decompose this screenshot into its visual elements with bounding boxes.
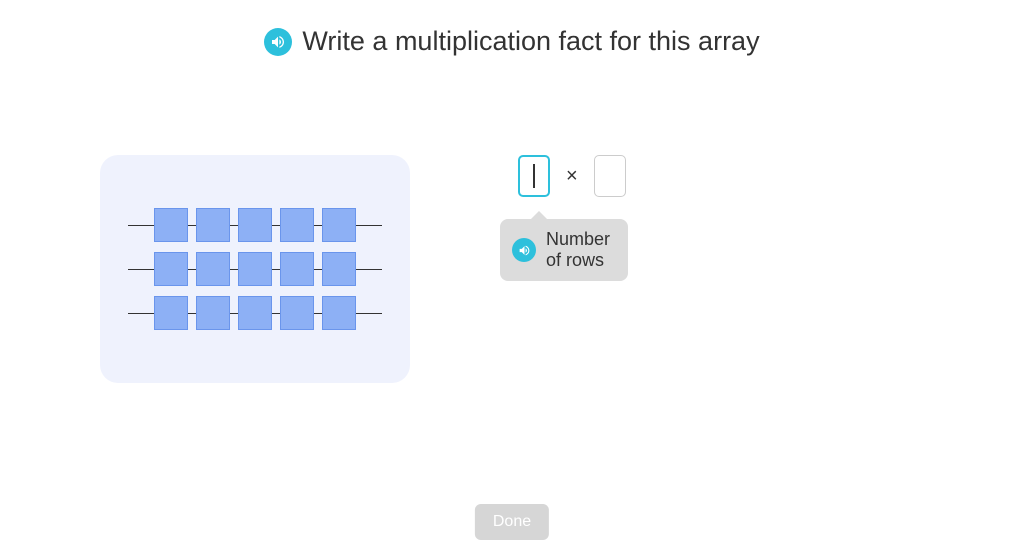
multiply-operator: × bbox=[566, 165, 578, 188]
array-square bbox=[196, 252, 230, 286]
array-row bbox=[128, 207, 382, 243]
array-square bbox=[238, 208, 272, 242]
columns-input[interactable] bbox=[594, 155, 626, 197]
array-row bbox=[128, 251, 382, 287]
hint-text: Number of rows bbox=[546, 229, 610, 271]
array-square bbox=[154, 252, 188, 286]
array-square bbox=[280, 252, 314, 286]
array-square bbox=[322, 252, 356, 286]
text-cursor bbox=[533, 164, 535, 188]
done-button[interactable]: Done bbox=[475, 504, 549, 540]
rows-input[interactable] bbox=[518, 155, 550, 197]
array-square bbox=[322, 208, 356, 242]
array-square bbox=[280, 296, 314, 330]
array-square bbox=[280, 208, 314, 242]
speaker-icon[interactable] bbox=[264, 28, 292, 56]
array-squares bbox=[128, 252, 382, 286]
array-squares bbox=[128, 296, 382, 330]
speaker-icon[interactable] bbox=[512, 238, 536, 262]
array-square bbox=[154, 296, 188, 330]
array-square bbox=[238, 296, 272, 330]
array-square bbox=[322, 296, 356, 330]
content-area: × Number of rows bbox=[0, 155, 1024, 383]
hint-tooltip: Number of rows bbox=[500, 219, 628, 281]
array-square bbox=[196, 208, 230, 242]
array-row bbox=[128, 295, 382, 331]
array-squares bbox=[128, 208, 382, 242]
array-square bbox=[196, 296, 230, 330]
question-title: Write a multiplication fact for this arr… bbox=[302, 26, 759, 57]
equation-area: × Number of rows bbox=[518, 155, 626, 197]
array-visual bbox=[100, 155, 410, 383]
array-square bbox=[154, 208, 188, 242]
equation: × bbox=[518, 155, 626, 197]
array-square bbox=[238, 252, 272, 286]
question-header: Write a multiplication fact for this arr… bbox=[0, 0, 1024, 57]
